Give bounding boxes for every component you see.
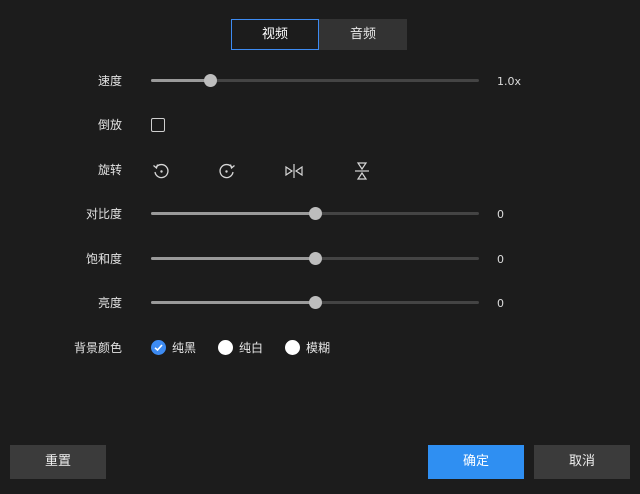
slider-thumb[interactable] bbox=[204, 74, 218, 87]
cancel-button[interactable]: 取消 bbox=[534, 445, 630, 479]
radio-blur[interactable]: 模糊 bbox=[285, 339, 330, 356]
radio-label: 纯白 bbox=[239, 341, 264, 355]
reverse-checkbox[interactable] bbox=[151, 118, 165, 132]
tab-video[interactable]: 视频 bbox=[231, 19, 319, 50]
speed-label: 速度 bbox=[97, 74, 122, 88]
flip-horizontal-icon[interactable] bbox=[284, 161, 304, 181]
rotate-left-icon[interactable] bbox=[151, 161, 171, 181]
slider-fill bbox=[151, 79, 211, 82]
radio-unchecked-icon bbox=[218, 340, 234, 355]
saturation-slider[interactable] bbox=[151, 252, 479, 265]
contrast-slider[interactable] bbox=[151, 207, 479, 220]
flip-vertical-icon[interactable] bbox=[352, 161, 372, 181]
speed-slider[interactable] bbox=[151, 74, 479, 87]
slider-fill bbox=[151, 212, 315, 215]
slider-fill bbox=[151, 301, 315, 304]
slider-fill bbox=[151, 257, 315, 260]
tab-bar: 视频 音频 bbox=[231, 19, 407, 50]
confirm-button[interactable]: 确定 bbox=[428, 445, 524, 479]
brightness-slider[interactable] bbox=[151, 296, 479, 309]
contrast-label: 对比度 bbox=[85, 207, 122, 221]
slider-thumb[interactable] bbox=[309, 296, 322, 309]
rotate-label: 旋转 bbox=[97, 163, 122, 177]
slider-thumb[interactable] bbox=[309, 252, 322, 265]
background-color-label: 背景颜色 bbox=[73, 341, 122, 355]
brightness-value: 0 bbox=[497, 297, 504, 310]
radio-pure-white[interactable]: 纯白 bbox=[218, 339, 263, 356]
contrast-value: 0 bbox=[497, 208, 504, 221]
reset-button[interactable]: 重置 bbox=[10, 445, 106, 479]
speed-value: 1.0x bbox=[497, 75, 522, 88]
rotate-right-icon[interactable] bbox=[217, 161, 237, 181]
brightness-label: 亮度 bbox=[97, 296, 122, 310]
slider-thumb[interactable] bbox=[309, 207, 322, 220]
saturation-value: 0 bbox=[497, 253, 504, 266]
radio-pure-black[interactable]: 纯黑 bbox=[151, 339, 196, 356]
radio-label: 纯黑 bbox=[172, 341, 197, 355]
saturation-label: 饱和度 bbox=[85, 252, 122, 266]
radio-checked-icon bbox=[151, 340, 166, 355]
radio-label: 模糊 bbox=[306, 341, 331, 355]
reverse-label: 倒放 bbox=[97, 118, 122, 132]
tab-audio[interactable]: 音频 bbox=[319, 19, 407, 50]
background-color-options: 纯黑 纯白 模糊 bbox=[151, 339, 352, 356]
radio-unchecked-icon bbox=[285, 340, 301, 355]
